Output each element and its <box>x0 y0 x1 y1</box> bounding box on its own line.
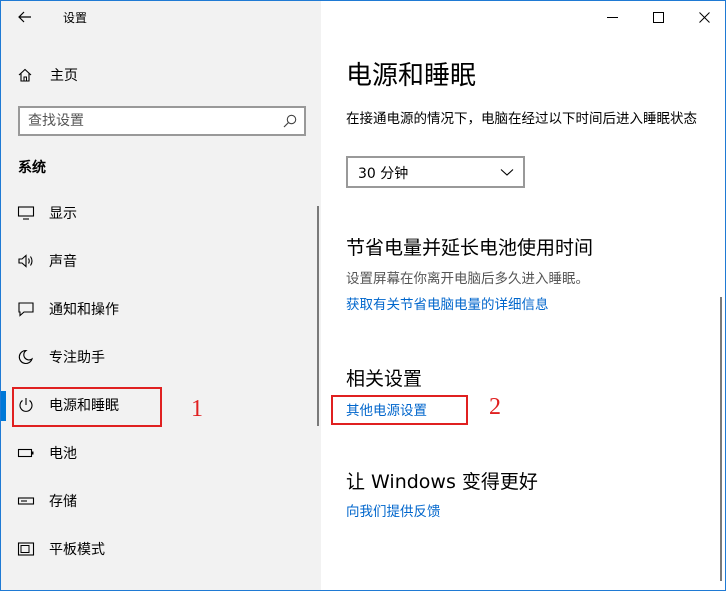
sidebar-item-label: 存储 <box>49 494 77 510</box>
close-icon <box>698 11 710 23</box>
back-button[interactable] <box>11 5 39 29</box>
monitor-icon <box>17 206 35 220</box>
speaker-icon <box>18 254 33 268</box>
app-title: 设置 <box>63 11 88 25</box>
storage-icon <box>17 497 35 505</box>
back-arrow-icon <box>18 11 31 23</box>
notification-icon <box>18 302 34 317</box>
battery-saving-heading: 节省电量并延长电池使用时间 <box>346 237 594 259</box>
related-settings-heading: 相关设置 <box>346 368 423 390</box>
annotation-label-2: 2 <box>489 394 501 420</box>
page-title: 电源和睡眠 <box>346 61 477 91</box>
sidebar-scrollbar[interactable] <box>317 206 319 426</box>
chevron-down-icon <box>500 169 514 176</box>
search-box[interactable] <box>18 106 306 136</box>
maximize-icon <box>652 11 664 23</box>
sidebar-item-storage[interactable]: 存储 <box>1 477 321 525</box>
dropdown-value: 30 分钟 <box>358 166 409 182</box>
sidebar-nav: 显示 声音 通知和操作 专注助手 电源和睡眠 电池 存储 平板模式 <box>1 189 321 573</box>
sidebar-item-notifications[interactable]: 通知和操作 <box>1 285 321 333</box>
home-icon <box>18 68 32 82</box>
window-controls <box>589 1 725 33</box>
minimize-icon <box>606 16 618 18</box>
moon-icon <box>18 349 34 365</box>
sidebar-item-battery[interactable]: 电池 <box>1 429 321 477</box>
search-input[interactable] <box>28 111 268 131</box>
battery-icon <box>17 448 34 458</box>
feedback-link[interactable]: 向我们提供反馈 <box>346 500 441 520</box>
sidebar-item-label: 声音 <box>49 254 77 270</box>
sidebar-item-sound[interactable]: 声音 <box>1 237 321 285</box>
sleep-time-dropdown[interactable]: 30 分钟 <box>346 156 525 188</box>
sidebar-item-label: 平板模式 <box>49 542 105 558</box>
tablet-icon <box>17 542 35 556</box>
sidebar-item-label: 专注助手 <box>49 350 105 366</box>
battery-saving-link[interactable]: 获取有关节省电脑电量的详细信息 <box>346 293 549 313</box>
main-scrollbar[interactable] <box>720 297 722 581</box>
search-icon[interactable] <box>282 113 298 129</box>
settings-window: 设置 主页 系统 显示 <box>0 0 726 591</box>
sidebar-item-label: 通知和操作 <box>49 302 119 318</box>
sleep-description: 在接通电源的情况下，电脑在经过以下时间后进入睡眠状态 <box>346 111 697 127</box>
home-nav-item[interactable]: 主页 <box>1 59 321 91</box>
sidebar-item-tablet-mode[interactable]: 平板模式 <box>1 525 321 573</box>
battery-saving-subtext: 设置屏幕在你离开电脑后多久进入睡眠。 <box>346 271 589 287</box>
sidebar-item-label: 显示 <box>49 206 77 222</box>
title-bar: 设置 <box>1 1 321 33</box>
sidebar: 设置 主页 系统 显示 <box>1 1 321 590</box>
feedback-heading: 让 Windows 变得更好 <box>346 471 538 493</box>
home-label: 主页 <box>50 68 78 84</box>
annotation-box-1 <box>12 387 162 427</box>
close-button[interactable] <box>681 1 725 33</box>
sidebar-item-focus-assist[interactable]: 专注助手 <box>1 333 321 381</box>
active-indicator <box>1 391 6 421</box>
annotation-label-1: 1 <box>191 396 203 422</box>
section-label-system: 系统 <box>18 160 46 176</box>
maximize-button[interactable] <box>635 1 681 33</box>
sidebar-item-label: 电池 <box>49 446 77 462</box>
main-content: 电源和睡眠 在接通电源的情况下，电脑在经过以下时间后进入睡眠状态 30 分钟 节… <box>321 1 725 590</box>
minimize-button[interactable] <box>589 1 635 33</box>
annotation-box-2 <box>331 395 468 425</box>
sidebar-item-display[interactable]: 显示 <box>1 189 321 237</box>
